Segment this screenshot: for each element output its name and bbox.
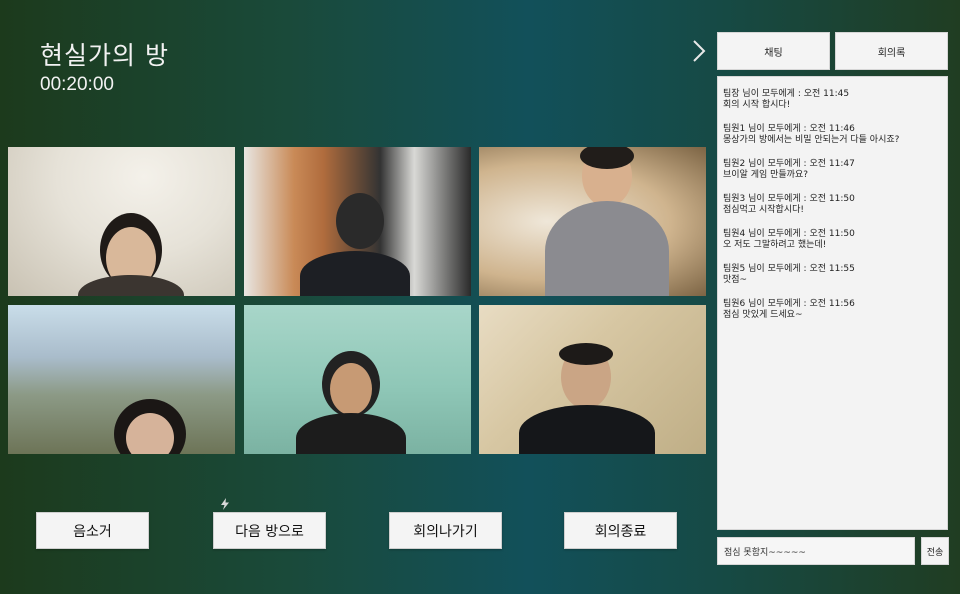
chat-input[interactable] [717,537,915,565]
video-tile-participant-1 [8,147,235,296]
tab-minutes[interactable]: 회의록 [835,32,948,70]
send-button[interactable]: 전송 [921,537,949,565]
chat-message-text: 오 저도 그말하려고 했는데! [723,240,827,250]
chat-message: 팀장 님이 모두에게 : 오전 11:45 회의 시작 합시다! [723,89,942,111]
chat-message-header: 팀원6 님이 모두에게 : 오전 11:56 [723,299,855,309]
chat-message-text: 브이알 게임 만들까요? [723,170,809,180]
meeting-timer: 00:20:00 [40,74,114,95]
chat-message: 팀원4 님이 모두에게 : 오전 11:50 오 저도 그말하려고 했는데! [723,229,942,251]
chat-message-text: 점심먹고 시작합시다! [723,205,804,215]
chat-message-text: 맛점~ [723,275,748,285]
video-tile-participant-3 [479,147,706,296]
next-room-button[interactable]: 다음 방으로 [213,512,326,549]
end-meeting-button[interactable]: 회의종료 [564,512,677,549]
chat-message-text: 점심 맛있게 드세요~ [723,310,803,320]
chat-message-header: 팀원3 님이 모두에게 : 오전 11:50 [723,194,855,204]
chat-message: 팀원1 님이 모두에게 : 오전 11:46 몽상가의 방에서는 비밀 안되는거… [723,124,942,146]
chat-message-text: 회의 시작 합시다! [723,100,791,110]
collapse-panel-button[interactable] [690,38,708,64]
chat-message-header: 팀원4 님이 모두에게 : 오전 11:50 [723,229,855,239]
tab-chat[interactable]: 채팅 [717,32,830,70]
video-tile-participant-2 [244,147,471,296]
chevron-right-icon [693,40,706,62]
chat-message-header: 팀원1 님이 모두에게 : 오전 11:46 [723,124,855,134]
leave-meeting-button[interactable]: 회의나가기 [389,512,502,549]
chat-message: 팀원3 님이 모두에게 : 오전 11:50 점심먹고 시작합시다! [723,194,942,216]
chat-message-text: 몽상가의 방에서는 비밀 안되는거 다들 아시죠? [723,135,900,145]
chat-message-header: 팀원2 님이 모두에게 : 오전 11:47 [723,159,855,169]
chat-message: 팀원2 님이 모두에게 : 오전 11:47 브이알 게임 만들까요? [723,159,942,181]
video-tile-participant-5 [244,305,471,454]
chat-message-header: 팀원5 님이 모두에게 : 오전 11:55 [723,264,855,274]
chat-log[interactable]: 팀장 님이 모두에게 : 오전 11:45 회의 시작 합시다! 팀원1 님이 … [717,76,948,530]
lightning-icon [221,498,229,510]
chat-message: 팀원5 님이 모두에게 : 오전 11:55 맛점~ [723,264,942,286]
room-title: 현실가의 방 [40,41,169,70]
mute-button[interactable]: 음소거 [36,512,149,549]
video-tile-participant-4 [8,305,235,454]
video-tile-participant-6 [479,305,706,454]
chat-message: 팀원6 님이 모두에게 : 오전 11:56 점심 맛있게 드세요~ [723,299,942,321]
chat-message-header: 팀장 님이 모두에게 : 오전 11:45 [723,89,850,99]
